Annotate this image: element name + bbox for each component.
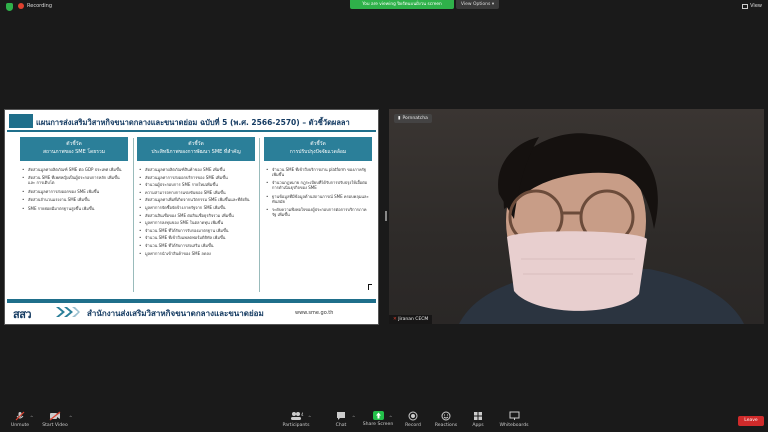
list-item: จำนวน SME ที่ได้รับการรับรองมาตรฐาน เพิ่…: [139, 228, 253, 233]
list-item: มูลค่าการลงทุนของ SME ในตลาดทุน เพิ่มขึ้…: [139, 220, 253, 225]
list-item: ความสามารถทางการแข่งขันของ SME เพิ่มขึ้น: [139, 190, 253, 195]
view-options-button[interactable]: View Options ▾: [456, 0, 499, 9]
view-options-label: View Options: [460, 2, 491, 7]
column-body: สัดส่วนมูลค่าผลิตภัณฑ์ SME ต่อ GDP ประเท…: [20, 161, 128, 211]
column-divider: [133, 138, 134, 292]
slide-title-bar: แผนการส่งเสริมวิสาหกิจขนาดกลางและขนาดย่อ…: [7, 112, 376, 132]
viewing-banner: You are viewing ปิยรัตนบนฝั่งวน screen: [350, 0, 454, 9]
list-item: สัดส่วนสินเชื่อของ SME ต่อสินเชื่อธุรกิจ…: [139, 213, 253, 218]
agency-url: www.sme.go.th: [295, 310, 334, 316]
apps-label: Apps: [472, 423, 484, 428]
column-divider: [259, 138, 260, 292]
list-item: จำนวนผู้ประกอบการ SME รายใหม่เพิ่มขึ้น: [139, 182, 253, 187]
unmute-label: Unmute: [10, 423, 30, 428]
participant-name: Jiranan CECM: [398, 317, 429, 322]
agency-logo: สสว: [13, 309, 32, 321]
slide-title-mark: [9, 114, 33, 128]
record-label: Record: [405, 423, 421, 428]
recording-indicator[interactable]: Recording: [18, 3, 52, 9]
participants-caret-icon[interactable]: ^: [308, 415, 311, 420]
meeting-toolbar: Unmute ^ Start Video ^ Participants 4 ^ …: [0, 408, 768, 432]
video-options-caret-icon[interactable]: ^: [69, 415, 72, 420]
column-sme-efficiency: ตัวชี้วัด ประสิทธิภาพของการพัฒนา SME ที่…: [137, 137, 255, 258]
column-header-line2: ประสิทธิภาพของการพัฒนา SME ที่สำคัญ: [151, 148, 241, 155]
share-caret-icon[interactable]: ^: [389, 415, 392, 420]
footer-rule: [7, 299, 376, 303]
record-icon: [407, 411, 419, 421]
whiteboards-button[interactable]: Whiteboards: [494, 411, 534, 428]
list-item: สัดส่วน SME ที่เพศหญิงเป็นผู้ประกอบการหล…: [22, 175, 126, 185]
list-item: สัดส่วนมูลค่าเพิ่มที่เกิดจากนวัตกรรม SME…: [139, 197, 253, 202]
agency-name: สำนักงานส่งเสริมวิสาหกิจขนาดกลางและขนาดย…: [87, 309, 264, 318]
list-item: มูลค่าการนำเข้าสินค้าของ SME ลดลง: [139, 251, 253, 256]
grid-view-icon: [742, 3, 749, 9]
column-header-line1: ตัวชี้วัด: [188, 141, 204, 147]
slide-footer: สสว สำนักงานส่งเสริมวิสาหกิจขนาดกลางและข…: [7, 299, 376, 323]
list-item: มูลค่าการจัดซื้อจัดจ้างภาครัฐจาก SME เพิ…: [139, 205, 253, 210]
whiteboards-label: Whiteboards: [499, 423, 529, 428]
video-off-icon: [49, 411, 61, 421]
participant-name-tag: ✕ Jiranan CECM: [389, 315, 433, 324]
column-body: สัดส่วนมูลค่าผลิตภัณฑ์สินค้าของ SME เพิ่…: [137, 161, 255, 256]
column-body: จำนวน SME ที่เข้าถึงบริการผ่าน platform …: [264, 161, 372, 217]
column-header-line2: สถานภาพของ SME โดยรวม: [42, 148, 106, 155]
audio-options-caret-icon[interactable]: ^: [30, 415, 33, 420]
panel-splitter-handle[interactable]: [385, 211, 387, 221]
share-screen-icon: [372, 411, 384, 420]
list-item: จำนวน SME ที่ได้รับการส่งเสริม เพิ่มขึ้น: [139, 243, 253, 248]
column-header-line2: การปรับปรุงปัจจัยแวดล้อม: [289, 148, 347, 155]
top-bar: Recording You are viewing ปิยรัตนบนฝั่งว…: [0, 0, 768, 14]
list-item: สัดส่วนมูลค่าผลิตภัณฑ์สินค้าของ SME เพิ่…: [139, 167, 253, 172]
column-environment: ตัวชี้วัด การปรับปรุงปัจจัยแวดล้อม จำนวน…: [264, 137, 372, 221]
list-item: จำนวน SME ที่เข้าถึงบริการผ่าน platform …: [266, 167, 370, 177]
slide-title: แผนการส่งเสริมวิสาหกิจขนาดกลางและขนาดย่อ…: [36, 118, 350, 127]
column-header-line1: ตัวชี้วัด: [66, 141, 82, 147]
list-item: ระดับความพึงพอใจของผู้ประกอบการต่อการบริ…: [266, 207, 370, 217]
list-item: สัดส่วนมูลค่าการส่งออกบริการของ SME เพิ่…: [139, 175, 253, 180]
speaker-tag: ▮ Pornnatcha: [394, 114, 432, 123]
list-item: สัดส่วนมูลค่าผลิตภัณฑ์ SME ต่อ GDP ประเท…: [22, 167, 126, 172]
unmute-button[interactable]: Unmute: [0, 411, 40, 428]
speaker-icon: ▮: [398, 116, 401, 121]
participants-label: Participants: [282, 423, 310, 428]
participant-video-image: [459, 133, 744, 324]
start-video-label: Start Video: [42, 423, 68, 428]
view-button[interactable]: View: [742, 3, 762, 9]
reactions-label: Reactions: [434, 423, 458, 428]
reactions-icon: [440, 411, 452, 421]
mic-muted-small-icon: ✕: [393, 317, 397, 322]
list-item: สัดส่วนมูลค่าการส่งออกของ SME เพิ่มขึ้น: [22, 189, 126, 194]
column-sme-status: ตัวชี้วัด สถานภาพของ SME โดยรวม สัดส่วนม…: [20, 137, 128, 214]
column-header: ตัวชี้วัด ประสิทธิภาพของการพัฒนา SME ที่…: [137, 137, 255, 161]
apps-button[interactable]: Apps: [458, 411, 498, 428]
column-header: ตัวชี้วัด การปรับปรุงปัจจัยแวดล้อม: [264, 137, 372, 161]
participant-video[interactable]: ▮ Pornnatcha ✕ Jiranan CECM: [389, 109, 764, 324]
chat-label: Chat: [335, 423, 347, 428]
chat-icon: [335, 411, 347, 421]
column-header-line1: ตัวชี้วัด: [310, 141, 326, 147]
mic-muted-icon: [14, 411, 26, 421]
participants-count: 4: [301, 412, 304, 417]
list-item: จำนวน SME ที่เข้าถึงแพลตฟอร์มดิจิทัล เพิ…: [139, 235, 253, 240]
logo-chevrons-icon: [56, 307, 80, 317]
list-item: ฐานข้อมูลที่มีข้อมูลด้านสถานการณ์ SME คร…: [266, 194, 370, 204]
share-screen-label: Share Screen: [362, 422, 394, 427]
list-item: สัดส่วนจำนวนแรงงาน SME เพิ่มขึ้น: [22, 197, 126, 202]
recording-dot-icon: [18, 3, 24, 9]
whiteboards-icon: [508, 411, 520, 421]
list-item: SME รายย่อยมีมาตรฐานสูงขึ้น เพิ่มขึ้น: [22, 206, 126, 211]
security-shield-icon[interactable]: [6, 3, 13, 11]
column-header: ตัวชี้วัด สถานภาพของ SME โดยรวม: [20, 137, 128, 161]
view-label: View: [750, 3, 762, 9]
speaker-name: Pornnatcha: [402, 116, 428, 121]
chat-caret-icon[interactable]: ^: [352, 415, 355, 420]
mouse-cursor-icon: [368, 284, 372, 290]
apps-icon: [472, 411, 484, 421]
recording-label: Recording: [27, 3, 53, 9]
leave-button[interactable]: Leave: [738, 416, 764, 426]
list-item: จำนวนกฎหมาย กฎระเบียบที่ได้รับการปรับปรุ…: [266, 180, 370, 190]
shared-screen[interactable]: แผนการส่งเสริมวิสาหกิจขนาดกลางและขนาดย่อ…: [4, 109, 379, 325]
